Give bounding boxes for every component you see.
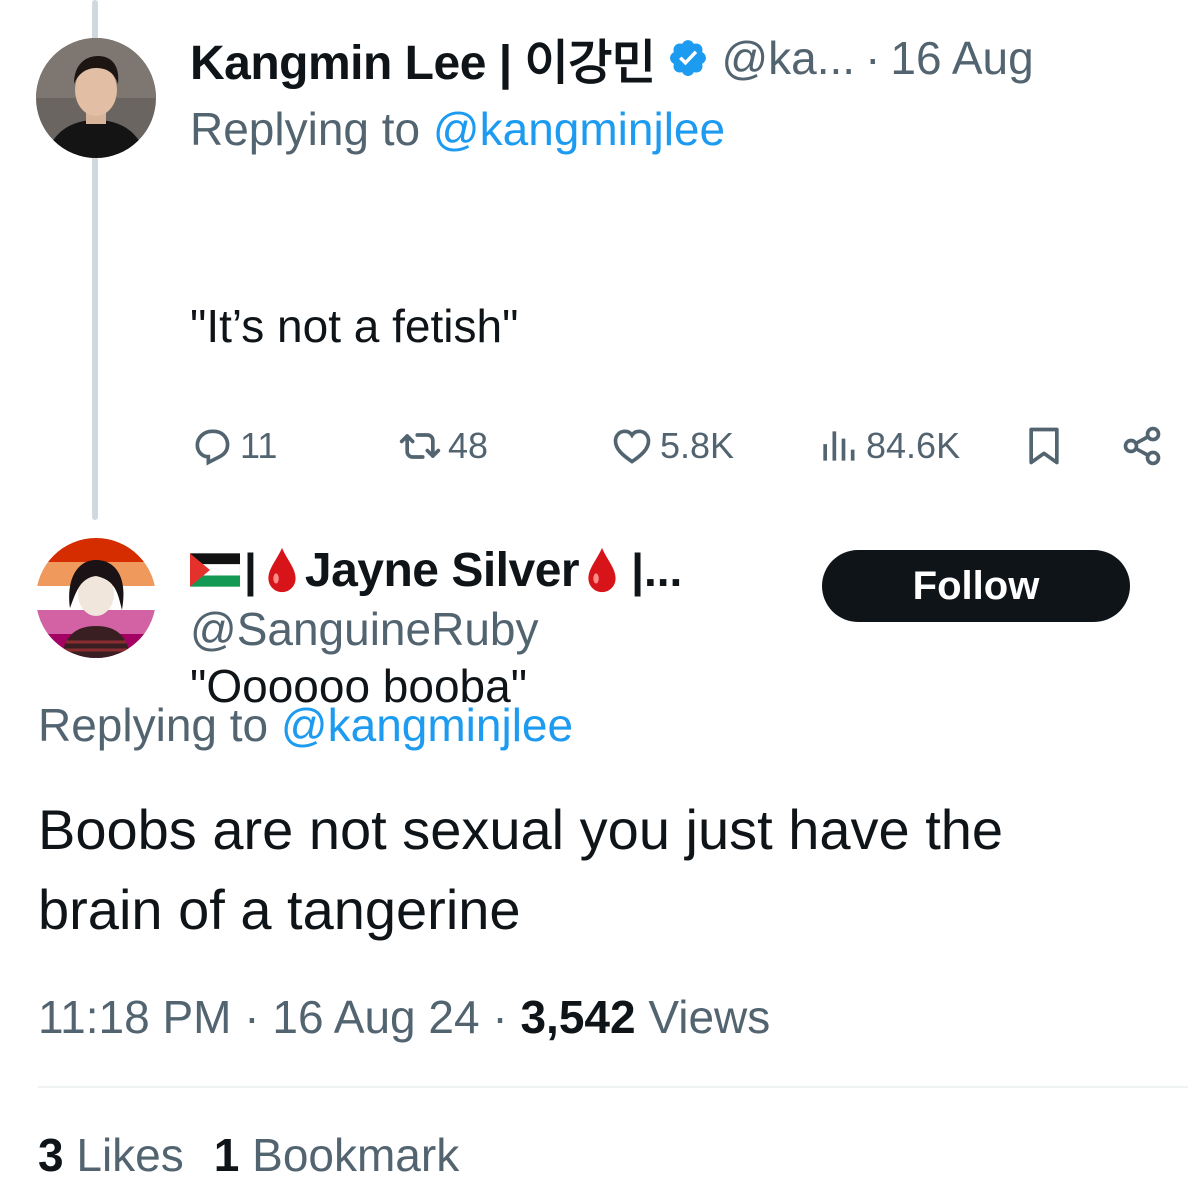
mention-link[interactable]: @kangminjlee: [433, 103, 725, 155]
tweet2-views-label: Views: [648, 991, 771, 1043]
likes-label: Likes: [76, 1129, 184, 1181]
replying-prefix: Replying to: [38, 699, 281, 751]
tweet1-text: "It’s not a fetish" "Oooooo booba": [190, 176, 527, 776]
name-truncation: |...: [631, 544, 683, 596]
tweet2-date[interactable]: 16 Aug 24: [272, 991, 479, 1043]
tweet2-text: Boobs are not sexual you just have the b…: [38, 790, 1168, 950]
bookmarks-label: Bookmark: [252, 1129, 460, 1181]
bookmark-icon: [1029, 427, 1059, 465]
replying-prefix: Replying to: [190, 103, 433, 155]
tweet2-text-line: brain of a tangerine: [38, 878, 521, 941]
tweet1-replying-to: Replying to @kangminjlee: [190, 102, 725, 156]
like-button[interactable]: 5.8K: [610, 418, 734, 474]
retweet-count: 48: [448, 425, 489, 466]
mention-link[interactable]: @kangminjlee: [281, 699, 573, 751]
name-pipe: |: [244, 544, 257, 596]
tweet1-text-line: "It’s not a fetish": [190, 300, 519, 352]
bookmarks-count: 1: [213, 1129, 240, 1181]
tweet2-header[interactable]: | Jayne Silver |...: [190, 540, 682, 600]
bookmark-button[interactable]: [1022, 418, 1066, 474]
palestine-flag-icon: [190, 553, 240, 587]
reply-icon: [195, 429, 230, 466]
share-icon: [1123, 426, 1161, 466]
tweet2-handle[interactable]: @SanguineRuby: [190, 602, 538, 656]
avatar-kangmin-lee[interactable]: [36, 38, 156, 158]
tweet1-handle[interactable]: @ka...: [721, 31, 855, 85]
views-count: 84.6K: [866, 425, 961, 466]
tweet2-display-name[interactable]: Jayne Silver: [305, 543, 580, 598]
retweet-button[interactable]: 48: [398, 418, 488, 474]
tweet2-views-count: 3,542: [520, 991, 636, 1043]
tweet1-display-name[interactable]: Kangmin Lee | 이강민: [190, 23, 656, 93]
avatar-jayne-silver[interactable]: [36, 538, 156, 658]
retweet-icon: [399, 433, 441, 459]
separator-dot: ·: [492, 991, 508, 1043]
like-count: 5.8K: [660, 425, 735, 466]
views-icon: [823, 431, 855, 461]
tweet1-time[interactable]: 16 Aug: [890, 31, 1033, 85]
separator-dot: ·: [865, 32, 881, 84]
separator-dot: ·: [244, 991, 260, 1043]
tweet2-timestamp[interactable]: 11:18 PM: [38, 991, 231, 1043]
tweet2-text-line: Boobs are not sexual you just have the: [38, 798, 1004, 861]
verified-badge-icon: [670, 40, 707, 76]
views-button[interactable]: 84.6K: [816, 418, 960, 474]
tweet2-meta: 11:18 PM · 16 Aug 24 · 3,542 Views: [38, 990, 770, 1044]
follow-button[interactable]: Follow: [822, 550, 1130, 622]
tweet1-action-bar: 11 48 5.8K 84.6K: [190, 418, 1180, 474]
bookmarks-stat[interactable]: 1 Bookmark: [214, 1129, 459, 1181]
divider: [38, 1086, 1188, 1088]
reply-count: 11: [240, 425, 278, 466]
likes-count: 3: [38, 1129, 64, 1181]
tweet2-engagement-stats: 3 Likes 1 Bookmark: [38, 1128, 459, 1182]
blood-drop-icon: [268, 547, 296, 593]
like-icon: [613, 429, 651, 464]
tweet1-header: Kangmin Lee | 이강민 @ka... · 16 Aug: [190, 28, 1034, 90]
share-button[interactable]: [1120, 418, 1164, 474]
reply-button[interactable]: 11: [190, 418, 277, 474]
blood-drop-icon: [588, 547, 616, 593]
tweet2-replying-to: Replying to @kangminjlee: [38, 698, 573, 752]
likes-stat[interactable]: 3 Likes: [38, 1129, 184, 1181]
